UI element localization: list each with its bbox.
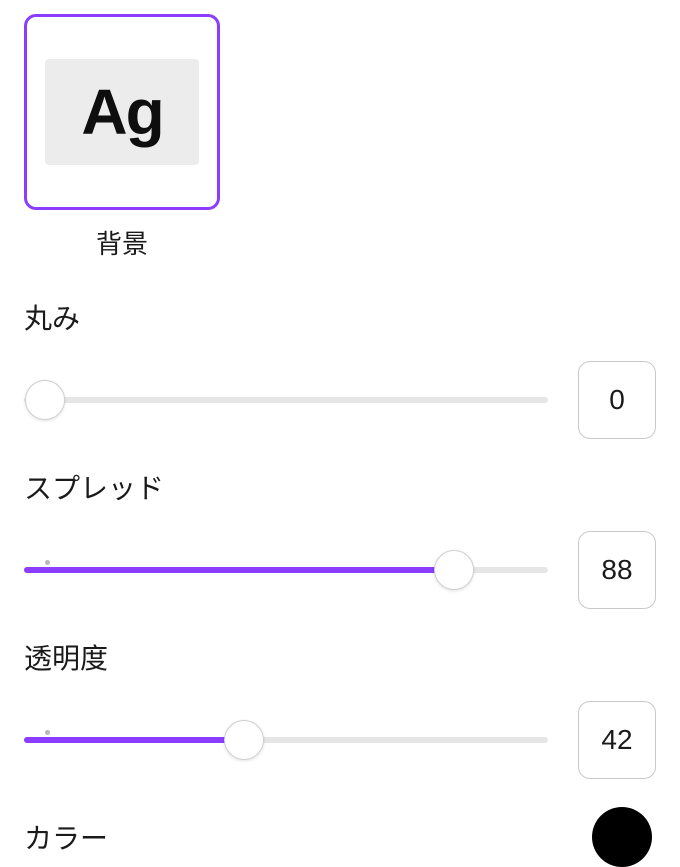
background-style-thumbnail[interactable]: Ag xyxy=(24,14,220,210)
spread-value-input[interactable]: 88 xyxy=(578,531,656,609)
opacity-control: 透明度 42 xyxy=(24,637,656,779)
slider-track xyxy=(24,397,548,403)
slider-fill xyxy=(24,567,454,573)
spread-control: スプレッド 88 xyxy=(24,467,656,609)
opacity-slider[interactable] xyxy=(24,718,548,762)
thumbnail-sample-text: Ag xyxy=(81,75,162,149)
slider-fill xyxy=(24,737,244,743)
color-swatch[interactable] xyxy=(592,807,652,867)
roundness-slider[interactable] xyxy=(24,378,548,422)
color-control: カラー xyxy=(24,807,656,867)
color-label: カラー xyxy=(24,817,108,857)
slider-tick xyxy=(45,730,50,735)
thumbnail-label: 背景 xyxy=(96,224,148,261)
opacity-value-input[interactable]: 42 xyxy=(578,701,656,779)
roundness-value-input[interactable]: 0 xyxy=(578,361,656,439)
roundness-control: 丸み 0 xyxy=(24,297,656,439)
spread-label: スプレッド xyxy=(24,467,656,507)
thumbnail-preview: Ag xyxy=(45,59,199,165)
slider-handle[interactable] xyxy=(434,550,474,590)
spread-slider[interactable] xyxy=(24,548,548,592)
slider-handle[interactable] xyxy=(25,380,65,420)
roundness-label: 丸み xyxy=(24,297,656,337)
slider-tick xyxy=(45,560,50,565)
opacity-label: 透明度 xyxy=(24,637,656,677)
slider-handle[interactable] xyxy=(224,720,264,760)
